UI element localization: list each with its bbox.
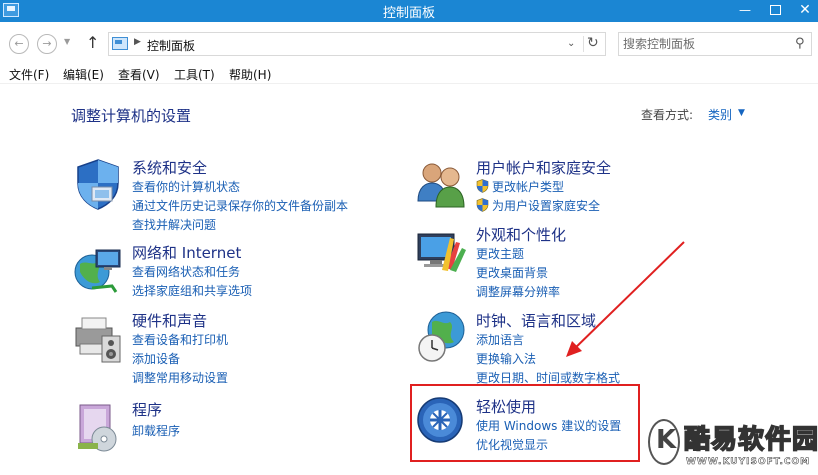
breadcrumb-separator-icon[interactable]: ▶ <box>134 37 141 47</box>
menu-help[interactable]: 帮助(H) <box>229 66 271 83</box>
search-input[interactable] <box>623 36 783 52</box>
watermark: K 酷易软件园 WWW.KUYISOFT.COM <box>648 409 818 475</box>
forward-button[interactable]: → <box>37 34 57 54</box>
refresh-icon[interactable]: ↻ <box>587 35 599 51</box>
menu-file[interactable]: 文件(F) <box>9 66 49 83</box>
control-panel-icon <box>112 37 128 50</box>
watermark-logo-icon: K <box>648 419 680 465</box>
recent-locations-dropdown-icon[interactable]: ▼ <box>64 37 70 46</box>
menu-view[interactable]: 查看(V) <box>118 66 160 83</box>
search-icon[interactable]: ⚲ <box>795 36 805 51</box>
minimize-button[interactable]: — <box>730 0 760 22</box>
title-bar: 控制面板 — ✕ <box>0 0 818 22</box>
window-title: 控制面板 <box>382 6 435 21</box>
navigation-bar: ← → ▼ ↑ ▶ 控制面板 ⌄ ↻ ⚲ <box>0 22 818 64</box>
back-button[interactable]: ← <box>9 34 29 54</box>
menu-bar: 文件(F) 编辑(E) 查看(V) 工具(T) 帮助(H) <box>0 64 818 84</box>
close-button[interactable]: ✕ <box>790 0 818 22</box>
watermark-letter: K <box>656 425 677 455</box>
menu-tools[interactable]: 工具(T) <box>174 66 215 83</box>
menu-edit[interactable]: 编辑(E) <box>63 66 104 83</box>
breadcrumb-control-panel[interactable]: 控制面板 <box>147 37 195 54</box>
watermark-text: 酷易软件园 <box>683 424 818 456</box>
maximize-button[interactable] <box>760 0 790 22</box>
address-bar[interactable]: ▶ 控制面板 ⌄ ↻ <box>108 32 606 56</box>
search-box[interactable]: ⚲ <box>618 32 812 56</box>
address-history-dropdown-icon[interactable]: ⌄ <box>567 38 575 49</box>
watermark-url: WWW.KUYISOFT.COM <box>686 457 811 468</box>
up-button[interactable]: ↑ <box>86 35 99 51</box>
address-divider <box>583 36 584 52</box>
